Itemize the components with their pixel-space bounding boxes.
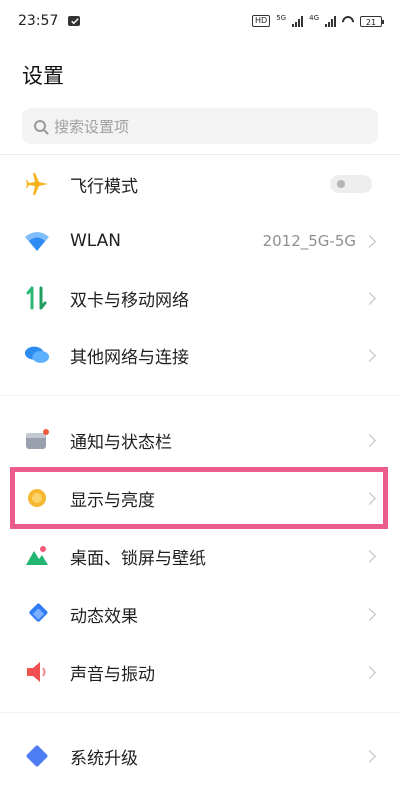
settings-item-other-network[interactable]: 其他网络与连接 [0,326,400,384]
settings-item-label: 飞行模式 [70,176,138,197]
settings-item-sound[interactable]: 声音与振动 [0,643,400,701]
settings-item-label: 通知与状态栏 [70,432,172,453]
message-icon [68,16,81,26]
search-placeholder: 搜索设置项 [54,117,130,136]
settings-item-display-brightness[interactable]: 显示与亮度 [0,469,400,527]
settings-item-label: 系统升级 [70,748,138,769]
settings-item-label: 显示与亮度 [70,490,155,511]
airplane-icon [24,171,50,197]
settings-item-notification[interactable]: 通知与状态栏 [0,411,400,469]
battery-icon: 21 [360,15,384,27]
settings-item-label: 双卡与移动网络 [70,290,189,311]
wifi-status-icon [342,16,354,26]
hd-badge: HD [252,15,271,27]
settings-item-label: 动态效果 [70,606,138,627]
settings-item-animation[interactable]: 动态效果 [0,585,400,643]
status-time: 23:57 [18,13,59,29]
settings-item-label: 声音与振动 [70,664,155,685]
chevron-right-icon [363,749,376,763]
connection-icon [24,342,50,368]
sound-icon [24,659,50,685]
chevron-right-icon [363,234,376,248]
settings-item-system-update[interactable]: 系统升级 [0,727,400,785]
chevron-right-icon [363,549,376,563]
status-right: HD 5G 4G 21 [252,13,384,28]
search-input[interactable]: 搜索设置项 [22,108,378,144]
chevron-right-icon [363,491,376,505]
brightness-icon [24,485,50,511]
animation-icon [24,601,50,627]
status-bar: 23:57 HD 5G 4G 21 [0,0,400,42]
system-update-icon [24,743,50,769]
settings-item-label: WLAN [70,231,122,251]
settings-item-airplane[interactable]: 飞行模式 [0,155,400,213]
notification-icon [24,427,50,453]
chevron-right-icon [363,291,376,305]
chevron-right-icon [363,348,376,362]
page-title: 设置 [22,64,64,88]
net-label-4g: 4G [309,13,319,22]
settings-item-dual-sim[interactable]: 双卡与移动网络 [0,269,400,327]
signal-icon-2 [325,15,336,27]
settings-item-label: 桌面、锁屏与壁纸 [70,548,206,569]
chevron-right-icon [363,665,376,679]
wallpaper-icon [24,543,50,569]
wlan-network-name: 2012_5G-5G [262,232,356,250]
settings-item-wallpaper[interactable]: 桌面、锁屏与壁纸 [0,527,400,585]
search-icon [34,120,46,132]
settings-item-wlan[interactable]: WLAN 2012_5G-5G [0,212,400,270]
wifi-icon [24,228,50,254]
airplane-toggle[interactable] [330,175,372,193]
chevron-right-icon [363,433,376,447]
signal-icon [292,15,304,27]
chevron-right-icon [363,607,376,621]
status-left: 23:57 [18,13,81,29]
settings-item-label: 其他网络与连接 [70,347,189,368]
dual-sim-icon [24,285,50,311]
section-divider [0,395,400,396]
net-label-5g: 5G [276,13,287,22]
section-divider [0,712,400,713]
